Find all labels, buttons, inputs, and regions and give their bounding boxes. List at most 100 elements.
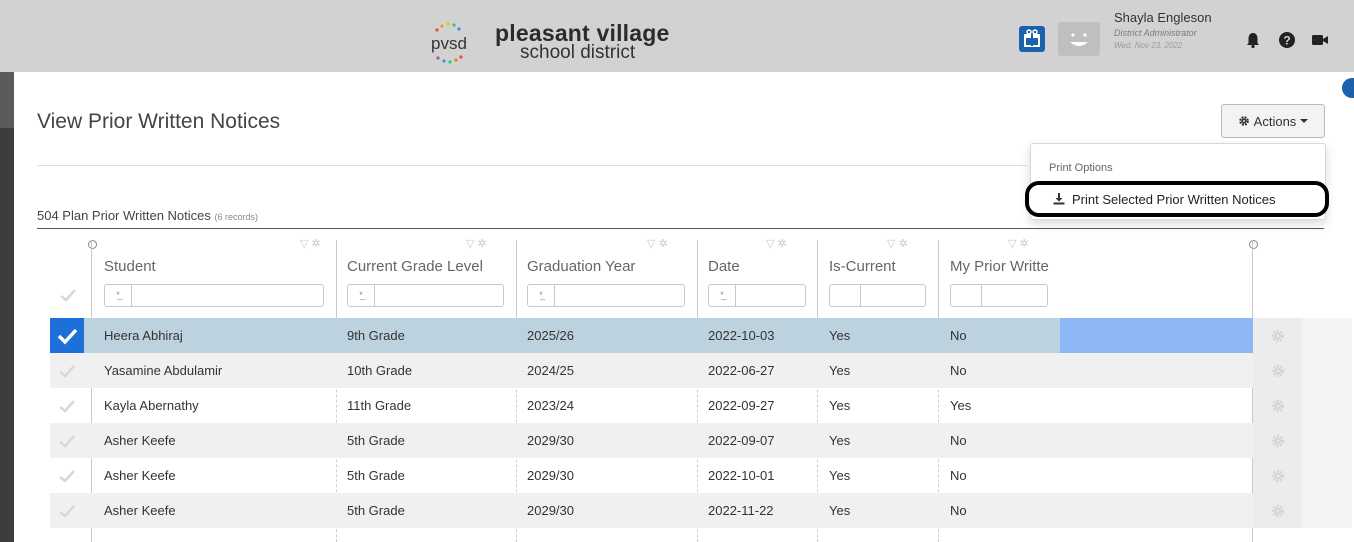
cell-graduation-year: 2029/30 xyxy=(527,503,574,518)
grade-filter-input[interactable]: *̲ xyxy=(347,284,504,307)
cell-student: Yasamine Abdulamir xyxy=(104,363,223,378)
table-row[interactable]: Yasamine Abdulamir 10th Grade 2024/25 2022-… xyxy=(50,353,1352,388)
cell-student: Asher Keefe xyxy=(104,468,176,483)
row-gear-icon[interactable] xyxy=(1253,318,1302,353)
row-gear-icon[interactable] xyxy=(1253,353,1302,388)
cell-date: 2022-06-27 xyxy=(708,363,775,378)
row-gear-icon[interactable] xyxy=(1253,423,1302,458)
district-logo[interactable]: pvsd xyxy=(425,18,473,66)
print-selected-label: Print Selected Prior Written Notices xyxy=(1072,191,1276,207)
row-checkbox[interactable] xyxy=(50,458,84,493)
date-filter-input[interactable]: *̲ xyxy=(708,284,806,307)
cell-my-prior: No xyxy=(950,503,967,518)
filter-operator-icon[interactable]: *̲ xyxy=(528,285,555,306)
svg-text:pvsd: pvsd xyxy=(431,34,467,53)
actions-dropdown-menu: Print Options Print Selected Prior Writt… xyxy=(1025,143,1329,220)
cell-my-prior: No xyxy=(950,468,967,483)
my-prior-filter-select[interactable] xyxy=(950,284,1048,307)
table-row[interactable]: Asher Keefe 5th Grade 2029/30 2022-10-01 Yes… xyxy=(50,458,1352,493)
graduation-year-filter-input[interactable]: *̲ xyxy=(527,284,685,307)
cell-date: 2022-10-03 xyxy=(708,328,775,343)
top-header: pvsd pleasant village school district Sh… xyxy=(0,0,1354,72)
download-icon xyxy=(1053,193,1065,205)
cell-is-current: Yes xyxy=(829,328,851,343)
column-header-grade[interactable]: Current Grade Level xyxy=(347,258,483,275)
cell-graduation-year: 2023/24 xyxy=(527,398,574,413)
table-row[interactable]: Asher Keefe 5th Grade 2029/30 2022-11-22 Yes… xyxy=(50,493,1352,528)
filter-operator-icon[interactable]: *̲ xyxy=(105,285,132,306)
user-date: Wed, Nov 23, 2022 xyxy=(1114,41,1183,50)
column-header-is-current[interactable]: Is-Current xyxy=(829,258,896,275)
cell-date: 2022-09-07 xyxy=(708,433,775,448)
filter-icon[interactable]: ▽ ✲ xyxy=(300,237,321,250)
row-checkbox[interactable] xyxy=(50,493,84,528)
cell-date: 2022-09-27 xyxy=(708,398,775,413)
actions-label: Actions xyxy=(1253,113,1297,129)
filter-icon[interactable]: ▽ ✲ xyxy=(466,237,487,250)
cell-date: 2022-10-01 xyxy=(708,468,775,483)
svg-text:?: ? xyxy=(1283,34,1290,48)
select-all-checkbox[interactable] xyxy=(58,287,78,303)
is-current-filter-select[interactable] xyxy=(829,284,926,307)
cell-grade: 11th Grade xyxy=(347,398,412,413)
user-name[interactable]: Shayla Engleson xyxy=(1114,10,1212,25)
section-title: 504 Plan Prior Written Notices (6 record… xyxy=(37,208,259,223)
left-sidebar-edge xyxy=(0,72,14,542)
video-icon[interactable] xyxy=(1310,30,1330,50)
row-checkbox[interactable] xyxy=(50,318,84,353)
print-selected-menu-item[interactable]: Print Selected Prior Written Notices xyxy=(1025,181,1329,217)
help-icon[interactable]: ? xyxy=(1277,30,1297,50)
filter-icon[interactable]: ▽ ✲ xyxy=(647,237,668,250)
row-gear-icon[interactable] xyxy=(1253,458,1302,493)
table-row[interactable]: Heera Abhiraj 9th Grade 2025/26 2022-10-03 Y… xyxy=(50,318,1352,353)
cell-grade: 9th Grade xyxy=(347,328,405,343)
gift-icon[interactable] xyxy=(1019,26,1045,52)
cell-is-current: Yes xyxy=(829,398,851,413)
table-row[interactable]: Asher Keefe 5th Grade 2029/30 2022-09-07 Yes… xyxy=(50,423,1352,458)
dropdown-header: Print Options xyxy=(1049,162,1113,174)
cell-grade: 5th Grade xyxy=(347,503,405,518)
cell-graduation-year: 2025/26 xyxy=(527,328,574,343)
column-resize-handle[interactable] xyxy=(88,240,97,249)
filter-operator-icon[interactable]: *̲ xyxy=(709,285,736,306)
row-checkbox[interactable] xyxy=(50,423,84,458)
divider xyxy=(37,165,1027,166)
row-checkbox[interactable] xyxy=(50,388,84,423)
cell-is-current: Yes xyxy=(829,363,851,378)
cell-is-current: Yes xyxy=(829,468,851,483)
table-row[interactable]: Kayla Abernathy 11th Grade 2023/24 2022-09-… xyxy=(50,388,1352,423)
column-header-my-prior-written[interactable]: My Prior Writte xyxy=(950,258,1049,275)
page-title: View Prior Written Notices xyxy=(37,110,281,133)
cell-student: Kayla Abernathy xyxy=(104,398,199,413)
column-resize-handle[interactable] xyxy=(1249,240,1258,249)
row-gear-icon[interactable] xyxy=(1253,493,1302,528)
cell-graduation-year: 2024/25 xyxy=(527,363,574,378)
actions-button[interactable]: Actions xyxy=(1221,104,1325,138)
cell-is-current: Yes xyxy=(829,503,851,518)
cell-my-prior: No xyxy=(950,328,967,343)
column-header-graduation-year[interactable]: Graduation Year xyxy=(527,258,635,275)
cell-graduation-year: 2029/30 xyxy=(527,468,574,483)
bell-icon[interactable] xyxy=(1243,30,1263,50)
caret-down-icon xyxy=(1300,119,1309,123)
row-gear-icon[interactable] xyxy=(1253,388,1302,423)
cell-date: 2022-11-22 xyxy=(708,503,774,518)
cell-grade: 5th Grade xyxy=(347,468,405,483)
cell-graduation-year: 2029/30 xyxy=(527,433,574,448)
cell-student: Asher Keefe xyxy=(104,503,176,518)
filter-icon[interactable]: ▽ ✲ xyxy=(766,237,787,250)
row-checkbox[interactable] xyxy=(50,353,84,388)
student-filter-input[interactable]: *̲ xyxy=(104,284,324,307)
user-role: District Administrator xyxy=(1114,28,1197,38)
filter-operator-icon[interactable]: *̲ xyxy=(348,285,375,306)
brand-subtitle: school district xyxy=(520,42,636,63)
filter-icon[interactable]: ▽ ✲ xyxy=(1008,237,1029,250)
cell-grade: 5th Grade xyxy=(347,433,405,448)
cell-student: Heera Abhiraj xyxy=(104,328,183,343)
column-header-student[interactable]: Student xyxy=(104,258,156,275)
side-panel-tab[interactable] xyxy=(1342,78,1354,98)
cell-my-prior: No xyxy=(950,433,967,448)
avatar[interactable] xyxy=(1058,22,1100,56)
column-header-date[interactable]: Date xyxy=(708,258,740,275)
filter-icon[interactable]: ▽ ✲ xyxy=(887,237,908,250)
